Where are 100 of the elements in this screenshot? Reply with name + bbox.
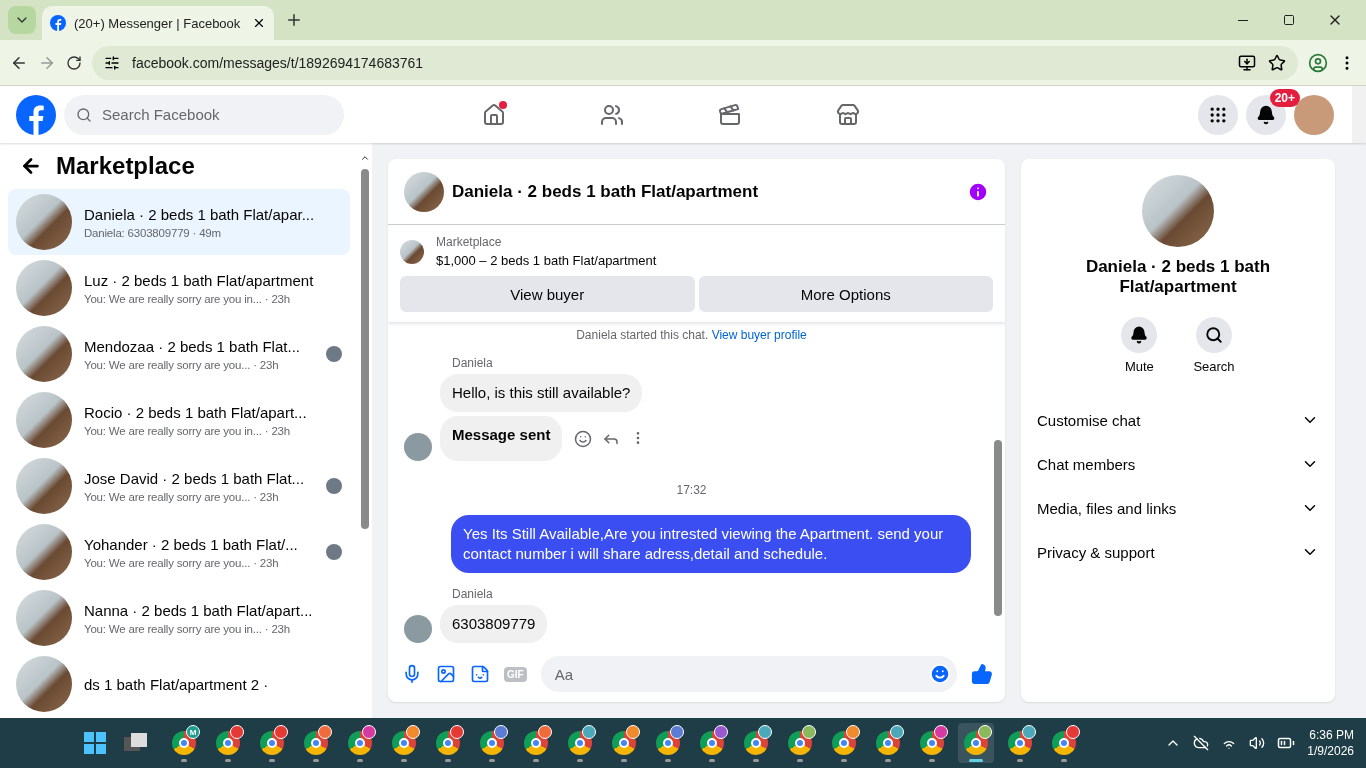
photo-placeholder — [16, 326, 72, 382]
conversation-item[interactable]: Nanna · 2 beds 1 bath Flat/apart... You: We are really sorry are you in... · 23h — [8, 585, 350, 651]
site-settings-icon[interactable] — [104, 54, 120, 71]
plus-icon — [285, 11, 303, 29]
conversation-title: Jose David · 2 beds 1 bath Flat... — [84, 469, 306, 487]
search-field[interactable]: Search Facebook — [100, 105, 332, 124]
conversation-snippet: You: We are really sorry are you in... · 23h — [84, 424, 291, 437]
conversation-snippet: Daniela: 6303809779 · 49m — [84, 226, 222, 239]
sender-name: Daniela — [452, 356, 494, 370]
photo-placeholder — [16, 392, 72, 448]
sent-message: Yes Its Still Available,Are you intrested viewing the Apartment. send your contact number i will share adress,detail and schedule. — [451, 515, 971, 573]
settings-section[interactable]: Privacy & support — [1037, 530, 1319, 574]
search-icon — [1205, 326, 1223, 344]
home-icon — [482, 102, 506, 127]
chrome-icon — [1052, 731, 1076, 755]
action-button[interactable]: More Options — [698, 276, 993, 312]
photo-placeholder — [404, 171, 444, 212]
conversation-item[interactable]: ds 1 bath Flat/apartment 2 · — [8, 651, 350, 717]
conversation-snippet: You: We are really sorry are you in... · 23h — [84, 622, 291, 635]
search-box[interactable]: Search Facebook — [64, 94, 344, 135]
received-message: Hello, is this still available? — [440, 374, 643, 412]
conversation-name: Daniela · 2 beds 1 bath Flat/apartment — [1084, 257, 1272, 297]
bookmark-star-icon[interactable] — [1268, 53, 1286, 72]
chrome-icon — [216, 731, 240, 755]
chrome-icon — [832, 731, 856, 755]
microphone-icon[interactable] — [402, 664, 422, 684]
sticker-icon[interactable] — [470, 664, 490, 684]
notification-count: 20+ — [1269, 88, 1300, 107]
profile-avatar[interactable] — [1294, 94, 1334, 135]
chrome-icon — [920, 731, 944, 755]
conversation-title: ds 1 bath Flat/apartment 2 · — [84, 675, 270, 693]
chrome-icon — [964, 731, 988, 755]
settings-section[interactable]: Chat members — [1037, 442, 1319, 486]
settings-section[interactable]: Customise chat — [1037, 398, 1319, 442]
scroll-up-icon[interactable] — [360, 153, 370, 163]
page-scrollbar[interactable] — [1352, 86, 1366, 143]
emoji-icon[interactable] — [929, 663, 951, 685]
conversation-title: Daniela · 2 beds 1 bath Flat/apar... — [84, 205, 316, 223]
windows-icon[interactable] — [84, 732, 106, 754]
tab-title: (20+) Messenger | Facebook — [74, 15, 242, 31]
info-icon[interactable] — [967, 180, 989, 203]
maximize-icon — [1283, 14, 1295, 26]
browser-tab[interactable]: (20+) Messenger | Facebook — [42, 6, 274, 40]
photo-icon[interactable] — [436, 664, 456, 684]
photo-placeholder — [400, 239, 424, 264]
photo-placeholder — [16, 590, 72, 646]
volume-icon[interactable] — [1249, 735, 1266, 751]
photo-placeholder — [16, 656, 72, 712]
message-box[interactable]: Aa — [540, 656, 957, 692]
chrome-icon — [656, 731, 680, 755]
buyer-profile-link[interactable]: View buyer profile — [711, 328, 807, 342]
chrome-icon — [700, 731, 724, 755]
conversation-item[interactable]: Mendozaa · 2 beds 1 bath Flat... You: We are really sorry are you... · 23h — [8, 321, 350, 387]
profile-icon[interactable] — [1308, 52, 1328, 73]
tab-list-button[interactable] — [8, 6, 36, 34]
marketplace-icon — [836, 102, 860, 127]
close-icon[interactable] — [252, 16, 266, 30]
sidebar-title: Marketplace — [56, 152, 195, 180]
conversation-title: Mendozaa · 2 beds 1 bath Flat... — [84, 337, 301, 355]
facebook-icon — [50, 15, 66, 31]
conversation-item[interactable]: Jose David · 2 beds 1 bath Flat... You: We are really sorry are you... · 23h — [8, 453, 350, 519]
settings-section[interactable]: Media, files and links — [1037, 486, 1319, 530]
clock[interactable]: 6:36 PM 1/9/2026 — [1307, 727, 1354, 759]
photo-placeholder — [16, 458, 72, 514]
chrome-icon — [348, 731, 372, 755]
browser-taskbar-button[interactable] — [958, 723, 994, 763]
conversation-item[interactable]: Rocio · 2 beds 1 bath Flat/apart... You: We are really sorry are you in... · 23h — [8, 387, 350, 453]
conversation-title: Yohander · 2 beds 1 bath Flat/... — [84, 535, 299, 553]
conversation-title: Nanna · 2 beds 1 bath Flat/apart... — [84, 601, 314, 619]
task-view-icon[interactable] — [124, 733, 148, 753]
cloud-off-icon[interactable] — [1193, 735, 1210, 751]
thumbs-up-icon[interactable] — [971, 663, 993, 685]
photo-placeholder — [16, 260, 72, 316]
reload-icon[interactable] — [66, 54, 82, 71]
listing-label: Marketplace — [436, 235, 503, 249]
chrome-icon — [392, 731, 416, 755]
conversation-item[interactable]: Yohander · 2 beds 1 bath Flat/... You: We are really sorry are you... · 23h — [8, 519, 350, 585]
chrome-icon — [524, 731, 548, 755]
conversation-item[interactable]: Daniela · 2 beds 1 bath Flat/apar... Daniela: 6303809779 · 49m — [8, 189, 350, 255]
listing-title: $1,000 – 2 beds 1 bath Flat/apartment — [436, 253, 657, 268]
message-input[interactable]: Aa — [552, 664, 929, 684]
chrome-icon — [876, 731, 900, 755]
chrome-icon — [788, 731, 812, 755]
conversation-snippet: You: We are really sorry are you in... · 23h — [84, 292, 291, 305]
video-icon — [718, 102, 742, 127]
chrome-icon — [744, 731, 768, 755]
back-arrow-icon[interactable] — [20, 155, 42, 177]
menu-grid-button[interactable] — [1198, 94, 1238, 135]
url-text: facebook.com/messages/t/1892694174683761 — [132, 54, 425, 71]
conversation-item[interactable]: Luz · 2 beds 1 bath Flat/apartment You: We are really sorry are you in... · 23h — [8, 255, 350, 321]
react-icon[interactable] — [574, 429, 593, 448]
address-bar[interactable]: facebook.com/messages/t/1892694174683761 — [92, 45, 1298, 80]
facebook-logo[interactable] — [16, 94, 56, 135]
chrome-icon — [436, 731, 460, 755]
profile-badge: M — [186, 725, 200, 739]
install-icon[interactable] — [1238, 53, 1256, 72]
action-button[interactable]: View buyer — [400, 276, 695, 312]
chrome-icon — [568, 731, 592, 755]
chrome-icon — [1008, 731, 1032, 755]
chat-title: Daniela · 2 beds 1 bath Flat/apartment — [452, 181, 760, 202]
